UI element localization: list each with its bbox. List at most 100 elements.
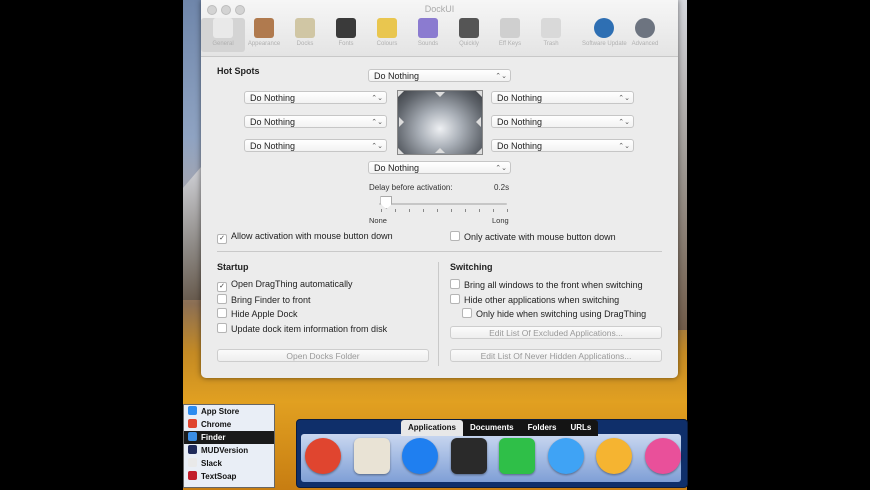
startup-option-checkbox[interactable]: Update dock item information from disk (217, 322, 387, 334)
toolbar-software-update[interactable]: Software Update (582, 18, 627, 47)
switching-option-checkbox[interactable]: Bring all windows to the front when swit… (450, 279, 643, 290)
toolbar-sounds[interactable]: Sounds (406, 18, 450, 47)
toolbar-fonts[interactable]: Fonts (324, 18, 368, 47)
dock-tab-urls[interactable]: URLs (563, 420, 598, 436)
checkbox-icon (462, 308, 472, 318)
general-icon (213, 18, 233, 38)
edge-arrow-bottom[interactable] (435, 148, 445, 153)
switching-option-checkbox[interactable]: Hide other applications when switching (450, 293, 619, 305)
section-divider (217, 251, 662, 252)
chrome-icon[interactable] (305, 438, 341, 474)
checkbox-icon (450, 293, 460, 304)
hotspot-right-2-popup[interactable]: Do Nothing ⌃⌄ (491, 115, 634, 128)
startup-option-checkbox[interactable]: Hide Apple Dock (217, 308, 298, 319)
toolbar-label: Colours (376, 41, 398, 47)
dock-tab-applications[interactable]: Applications (401, 420, 464, 436)
slider-tick (479, 209, 480, 212)
corner-arrow-bl[interactable] (398, 148, 404, 154)
dock-shelf (301, 434, 681, 482)
slider-tick (409, 209, 410, 212)
app-list-window: App Store Chrome Finder MUDVersion Slack Text… (183, 404, 275, 488)
app-list-item[interactable]: MUDVersion (184, 444, 274, 457)
open-docks-folder-button[interactable]: Open Docks Folder (217, 349, 429, 362)
app-list-item[interactable]: Slack (184, 457, 274, 470)
checkbox-label: Only hide when switching using DragThing (476, 309, 647, 319)
toolbar-quickly[interactable]: Quickly (447, 18, 491, 47)
hotspot-right-3-popup[interactable]: Do Nothing ⌃⌄ (491, 139, 634, 152)
photos-icon[interactable] (596, 438, 632, 474)
toolbar-label: Software Update (582, 41, 627, 47)
hotspot-left-3-popup[interactable]: Do Nothing ⌃⌄ (244, 139, 387, 152)
startup-option-checkbox[interactable]: ✓ Open DragThing automatically (217, 279, 353, 292)
edit-excluded-apps-button[interactable]: Edit List Of Excluded Applications... (450, 326, 662, 339)
keys-icon (500, 18, 520, 38)
facetime-icon[interactable] (499, 438, 535, 474)
corner-arrow-tr[interactable] (476, 91, 482, 97)
toolbar-label: Eff Keys (498, 41, 522, 47)
app-icon (188, 406, 197, 415)
update-icon (594, 18, 614, 38)
toolbar-label: Fonts (338, 41, 354, 47)
allow-mouse-down-checkbox[interactable]: ✓ Allow activation with mouse button down (217, 231, 393, 244)
corner-arrow-tl[interactable] (398, 91, 404, 97)
messages-icon[interactable] (547, 438, 584, 474)
slider-tick (507, 209, 508, 212)
app-label: Chrome (201, 420, 232, 429)
toolbar-label: General (212, 41, 234, 47)
toolbar-advanced[interactable]: Advanced (623, 18, 667, 47)
app-list-item[interactable]: TextSoap (184, 470, 274, 483)
app-label: App Store (201, 407, 240, 416)
gear-icon (635, 18, 655, 38)
toolbar-label: Trash (543, 41, 559, 47)
startup-option-checkbox[interactable]: Bring Finder to front (217, 293, 311, 305)
hotspot-top-popup[interactable]: Do Nothing ⌃⌄ (368, 69, 511, 82)
hot-spots-heading: Hot Spots (217, 66, 260, 76)
app-list-item[interactable]: Finder (184, 431, 274, 444)
app-list-item[interactable]: App Store (184, 405, 274, 418)
toolbar-general[interactable]: General (201, 18, 245, 52)
toolbar-trash[interactable]: Trash (529, 18, 573, 47)
toolbar-appearance[interactable]: Appearance (242, 18, 286, 47)
window-titlebar: DockUI General Appearance Docks Fonts Colour… (201, 0, 678, 57)
slider-max-label: Long (492, 216, 509, 225)
dragthing-dock: Applications Documents Folders URLs (296, 419, 688, 488)
app-icon (188, 419, 197, 428)
slider-tick (437, 209, 438, 212)
checkbox-icon (217, 308, 227, 318)
toolbar-label: Docks (296, 41, 314, 47)
toolbar-label: Appearance (247, 41, 281, 47)
fonts-icon (336, 18, 356, 38)
delay-slider-knob[interactable] (380, 196, 393, 209)
app-icon (188, 432, 197, 441)
edge-arrow-left[interactable] (399, 117, 404, 127)
edit-never-hidden-apps-button[interactable]: Edit List Of Never Hidden Applications..… (450, 349, 662, 362)
app-list-item[interactable]: Chrome (184, 418, 274, 431)
toolbar-colours[interactable]: Colours (365, 18, 409, 47)
switching-heading: Switching (450, 262, 493, 272)
app-store-icon[interactable] (402, 438, 438, 474)
delay-slider-track[interactable] (379, 203, 507, 205)
slider-tick (381, 209, 382, 212)
corner-arrow-br[interactable] (476, 148, 482, 154)
dock-tab-documents[interactable]: Documents (463, 420, 521, 436)
itunes-icon[interactable] (644, 438, 681, 474)
only-mouse-down-checkbox[interactable]: Only activate with mouse button down (450, 231, 616, 242)
toolbar-eff-keys[interactable]: Eff Keys (488, 18, 532, 47)
hotspot-left-1-popup[interactable]: Do Nothing ⌃⌄ (244, 91, 387, 104)
hotspot-bottom-popup[interactable]: Do Nothing ⌃⌄ (368, 161, 511, 174)
edge-arrow-right[interactable] (476, 117, 481, 127)
docks-icon (295, 18, 315, 38)
scrivener-icon[interactable] (353, 438, 390, 474)
app-icon (188, 471, 197, 480)
switching-option-checkbox[interactable]: Only hide when switching using DragThing (462, 308, 646, 319)
slider-tick (451, 209, 452, 212)
hotspot-right-1-popup[interactable]: Do Nothing ⌃⌄ (491, 91, 634, 104)
calculator-icon[interactable] (450, 438, 487, 474)
toolbar-docks[interactable]: Docks (283, 18, 327, 47)
checkbox-label: Bring Finder to front (231, 294, 311, 305)
dock-tab-folders[interactable]: Folders (521, 420, 564, 436)
edge-arrow-top[interactable] (435, 92, 445, 97)
hotspot-left-2-popup[interactable]: Do Nothing ⌃⌄ (244, 115, 387, 128)
app-icon (188, 445, 197, 454)
sounds-icon (418, 18, 438, 38)
